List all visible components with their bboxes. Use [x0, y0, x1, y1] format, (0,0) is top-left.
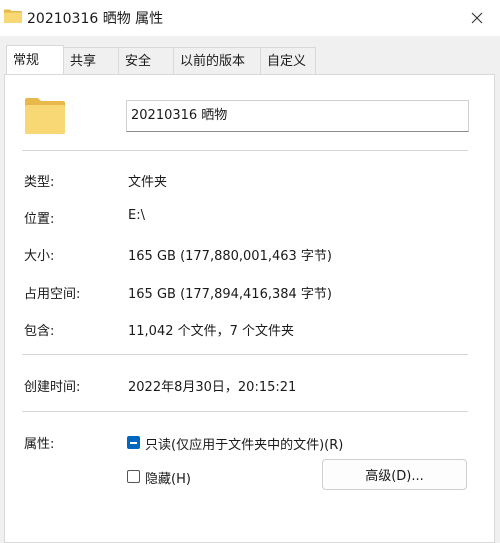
window-title: 20210316 晒物 属性: [27, 11, 164, 27]
attributes-label: 属性:: [24, 437, 55, 452]
tab-label: 以前的版本: [180, 54, 246, 69]
readonly-checkbox[interactable]: [127, 436, 140, 449]
advanced-button-label: 高级(D)...: [365, 469, 424, 484]
tab-security[interactable]: 安全: [118, 47, 174, 74]
size-on-disk-value: 165 GB (177,894,416,384 字节): [128, 287, 332, 302]
location-value: E:\: [128, 208, 145, 223]
close-icon: [471, 12, 483, 24]
location-label: 位置:: [24, 212, 55, 227]
created-value: 2022年8月30日，20:15:21: [128, 380, 297, 395]
folder-name-field[interactable]: 20210316 晒物: [126, 100, 469, 132]
close-button[interactable]: [454, 0, 500, 36]
tab-sharing[interactable]: 共享: [63, 47, 119, 74]
readonly-label[interactable]: 只读(仅应用于文件夹中的文件)(R): [145, 434, 343, 453]
title-bar: 20210316 晒物 属性: [0, 0, 500, 36]
tab-bar: 常规 共享 安全 以前的版本 自定义: [0, 45, 500, 75]
folder-icon: [25, 98, 65, 134]
tab-label: 安全: [125, 54, 152, 69]
divider: [22, 411, 468, 412]
folder-icon: [4, 9, 22, 23]
tab-previous-versions[interactable]: 以前的版本: [173, 47, 261, 74]
size-label: 大小:: [24, 249, 55, 264]
tab-label: 常规: [13, 53, 40, 68]
size-value: 165 GB (177,880,001,463 字节): [128, 249, 332, 264]
contains-label: 包含:: [24, 324, 55, 339]
hidden-label[interactable]: 隐藏(H): [145, 468, 191, 487]
type-value: 文件夹: [128, 175, 168, 190]
divider: [22, 150, 468, 151]
tab-general[interactable]: 常规: [6, 45, 64, 75]
divider: [22, 354, 468, 355]
tab-label: 自定义: [267, 54, 307, 69]
tab-label: 共享: [70, 54, 97, 69]
tab-customize[interactable]: 自定义: [260, 47, 316, 74]
size-on-disk-label: 占用空间:: [24, 287, 81, 302]
contains-value: 11,042 个文件，7 个文件夹: [128, 324, 295, 339]
advanced-button[interactable]: 高级(D)...: [322, 459, 467, 490]
created-label: 创建时间:: [24, 380, 81, 395]
type-label: 类型:: [24, 175, 55, 190]
hidden-checkbox[interactable]: [127, 470, 140, 483]
